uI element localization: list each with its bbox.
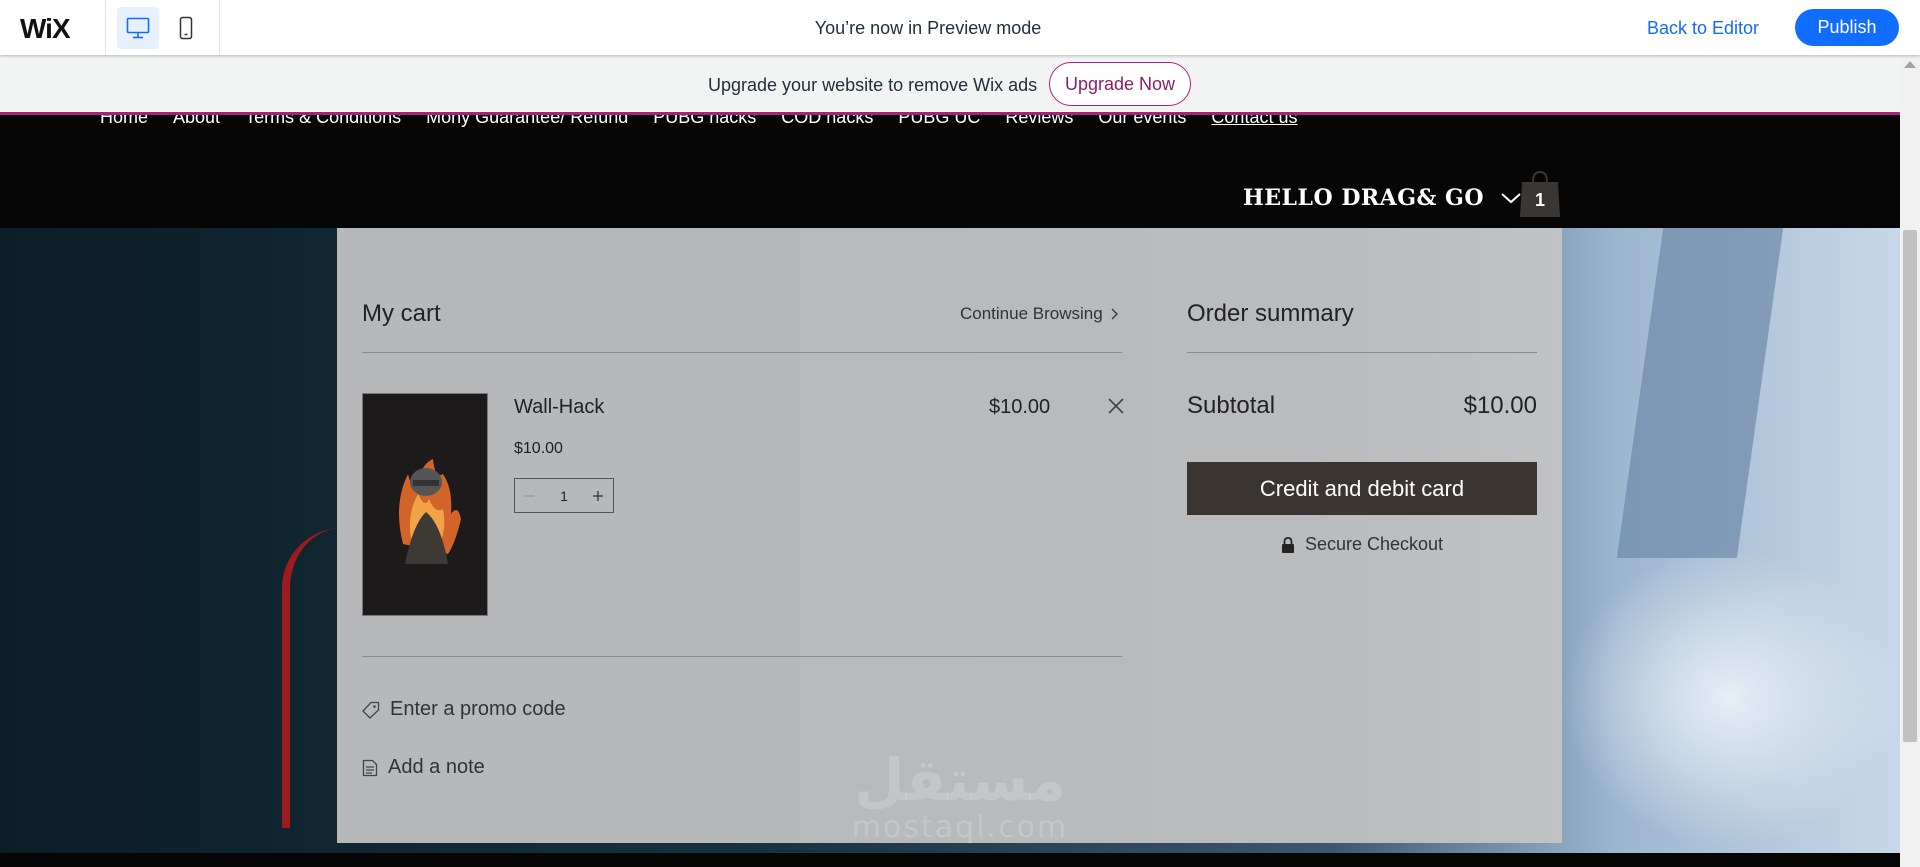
product-unit-price: $10.00: [514, 440, 563, 457]
ad-banner-text: Upgrade your website to remove Wix ads: [708, 75, 1038, 95]
minus-icon: [525, 494, 535, 497]
line-item-total: $10.00: [989, 396, 1051, 418]
background-shape: [1616, 228, 1784, 558]
plus-icon: [592, 490, 603, 501]
page-scrollbar[interactable]: [1900, 55, 1920, 867]
tag-icon: [362, 701, 380, 719]
mostaql-watermark: مستقل mostaql.com: [845, 750, 1075, 845]
product-name[interactable]: Wall-Hack: [514, 396, 604, 419]
account-menu[interactable]: HELLO DRAG& GO: [1243, 185, 1522, 211]
background-highlight: [1560, 548, 1900, 848]
scrollbar-thumb[interactable]: [1903, 230, 1917, 742]
remove-item-button[interactable]: [1105, 395, 1127, 417]
continue-browsing-label: Continue Browsing: [960, 304, 1103, 323]
cart-button[interactable]: 1: [1519, 168, 1561, 218]
back-to-editor-link[interactable]: Back to Editor: [1647, 18, 1759, 39]
publish-button[interactable]: Publish: [1795, 9, 1899, 46]
add-note-link[interactable]: Add a note: [362, 756, 485, 779]
preview-mode-message: You’re now in Preview mode: [814, 18, 1042, 38]
cart-count-badge: 1: [1534, 190, 1545, 210]
add-note-label: Add a note: [388, 756, 485, 778]
watermark-latin-text: mostaql.com: [851, 810, 1069, 845]
wix-preview-toolbar: WiX You’re now in Preview mode Back to E…: [0, 0, 1920, 55]
credit-debit-card-checkout-button[interactable]: Credit and debit card: [1187, 462, 1537, 515]
note-icon: [362, 759, 378, 776]
cart-divider: [362, 656, 1122, 657]
watermark-arabic-text: مستقل: [853, 746, 1067, 814]
subtotal-label: Subtotal: [1187, 392, 1276, 419]
account-name: HELLO DRAG& GO: [1243, 185, 1485, 211]
secure-checkout-note: Secure Checkout: [1187, 534, 1537, 555]
quantity-stepper[interactable]: 1: [514, 478, 614, 513]
subtotal-value: $10.00: [1463, 392, 1537, 419]
soldier-flames-image: [363, 394, 487, 615]
quantity-value[interactable]: 1: [560, 488, 568, 504]
upgrade-now-button[interactable]: Upgrade Now: [1049, 62, 1191, 106]
lock-icon: [1281, 536, 1294, 553]
summary-divider: [1187, 352, 1537, 353]
chevron-right-icon: [1111, 308, 1118, 320]
close-icon: [1108, 398, 1124, 414]
promo-code-label: Enter a promo code: [390, 698, 566, 720]
continue-browsing-link[interactable]: Continue Browsing: [960, 304, 1119, 324]
increase-quantity-button[interactable]: [589, 487, 607, 505]
promo-code-link[interactable]: Enter a promo code: [362, 698, 566, 721]
product-thumbnail[interactable]: [362, 393, 488, 616]
cart-title: My cart: [362, 300, 441, 327]
order-summary-title: Order summary: [1187, 300, 1354, 327]
footer-strip: [0, 853, 1900, 867]
decrease-quantity-button[interactable]: [521, 487, 539, 505]
cart-divider: [362, 352, 1122, 353]
scroll-up-arrow-icon[interactable]: [1904, 61, 1916, 68]
secure-checkout-label: Secure Checkout: [1304, 534, 1444, 554]
wix-ad-banner: Upgrade your website to remove Wix ads U…: [0, 55, 1900, 115]
